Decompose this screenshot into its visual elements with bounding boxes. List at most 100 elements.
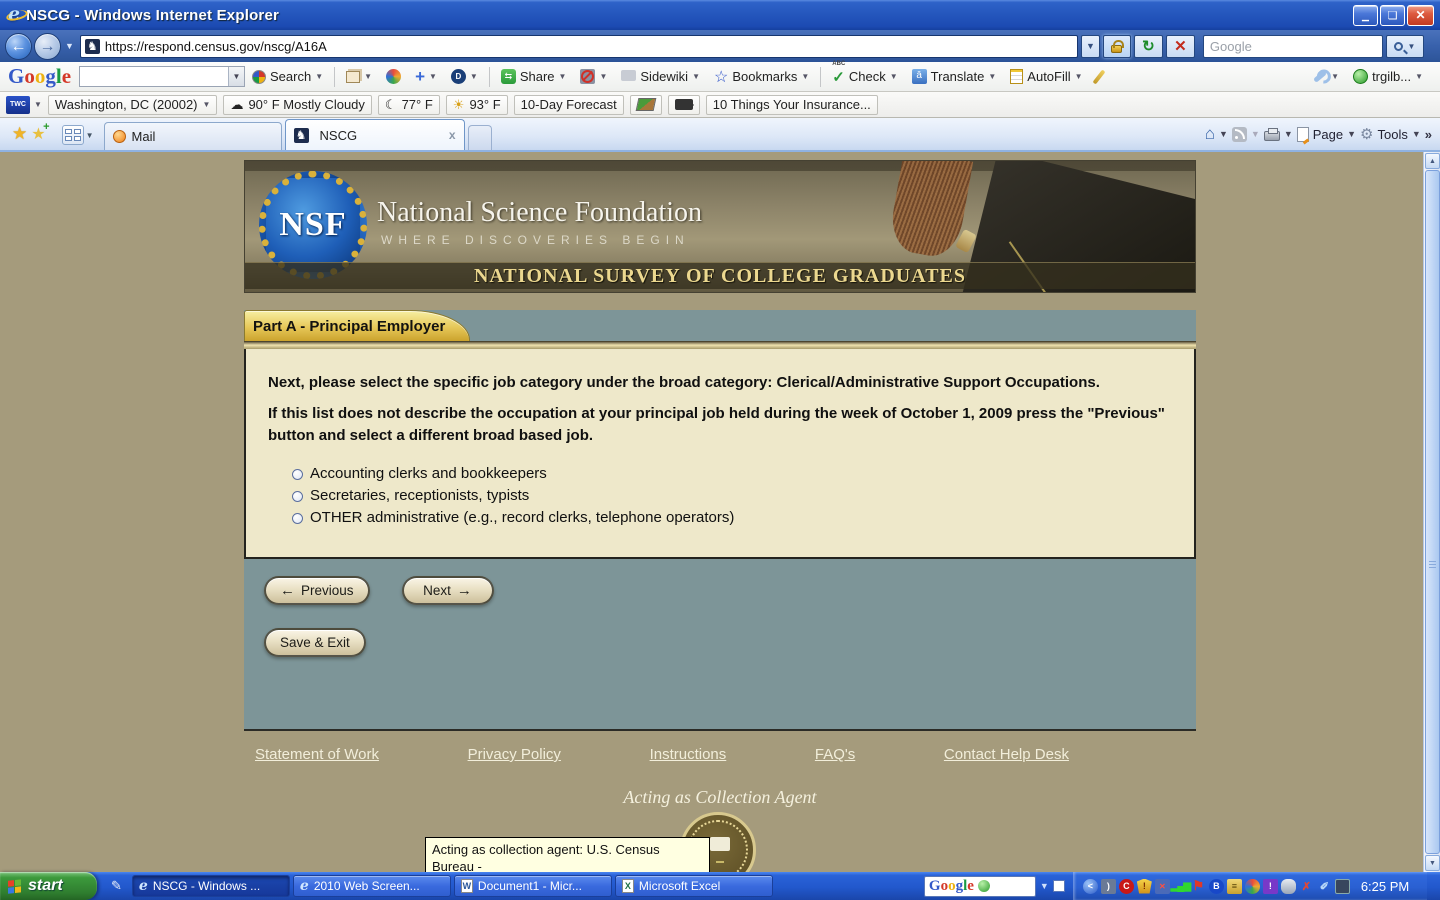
taskbar-task-webscreen[interactable]: e 2010 Web Screen...: [292, 875, 451, 897]
recent-pages-dropdown-icon[interactable]: ▼: [65, 41, 74, 51]
ie-search-input[interactable]: [1202, 34, 1383, 58]
google-search-input[interactable]: ▼: [79, 66, 246, 87]
google-desktop-search[interactable]: Google: [923, 875, 1036, 897]
maximize-button[interactable]: [1380, 4, 1405, 26]
new-tab-button[interactable]: [467, 125, 492, 150]
taskbar-task-excel[interactable]: X Microsoft Excel: [614, 875, 773, 897]
video-button[interactable]: [667, 94, 700, 115]
toolbar-settings-button[interactable]: ▼: [1306, 64, 1346, 90]
option-row[interactable]: Accounting clerks and bookkeepers: [292, 463, 1172, 485]
radio-button[interactable]: [292, 468, 303, 480]
spellcheck-button[interactable]: ✓Check▼: [825, 61, 904, 90]
contact-help-desk-link[interactable]: Contact Help Desk: [944, 746, 1069, 763]
tray-display-icon[interactable]: [1334, 878, 1350, 894]
vertical-scrollbar[interactable]: ▲ ▼: [1423, 152, 1440, 872]
tray-printer-icon[interactable]: [1226, 878, 1242, 894]
add-gadget-button[interactable]: + ▼: [408, 64, 444, 90]
sun-icon: ☀: [452, 96, 465, 112]
tray-google-icon[interactable]: [1244, 878, 1260, 894]
next-button[interactable]: Next →: [401, 576, 494, 605]
taskbar-task-word[interactable]: W Document1 - Micr...: [453, 875, 612, 897]
high-temp-button[interactable]: ☀ 93° F: [445, 94, 508, 115]
home-button[interactable]: ⌂: [1205, 124, 1215, 144]
save-exit-button[interactable]: Save & Exit: [264, 628, 366, 657]
sidewiki-button[interactable]: Sidewiki ▼: [614, 64, 707, 90]
tray-messenger-icon[interactable]: [1082, 878, 1098, 894]
twc-logo-icon[interactable]: TWC: [6, 95, 30, 114]
tray-pen-icon[interactable]: [1317, 879, 1332, 894]
quick-launch-pen-icon[interactable]: ✎: [111, 878, 122, 894]
add-favorite-button[interactable]: ★: [31, 121, 50, 144]
quick-tabs-button[interactable]: [61, 125, 84, 145]
faqs-link[interactable]: FAQ's: [815, 746, 855, 763]
news-button[interactable]: ▼: [339, 64, 379, 90]
tray-update-icon[interactable]: [1262, 878, 1278, 894]
security-lock-button[interactable]: [1102, 34, 1131, 58]
tab-close-icon[interactable]: x: [449, 128, 456, 142]
tray-bluetooth-icon[interactable]: [1208, 878, 1224, 894]
scrollbar-thumb[interactable]: [1425, 170, 1440, 854]
url-text: https://respond.census.gov/nscg/A16A: [104, 38, 327, 54]
toolbar-overflow-button[interactable]: »: [1425, 127, 1432, 142]
favorites-center-button[interactable]: ★: [12, 124, 27, 144]
tab-mail[interactable]: Mail: [103, 122, 282, 150]
desktop-search-button[interactable]: [1052, 880, 1065, 892]
tray-signal-strength-icon[interactable]: [1173, 879, 1188, 894]
scroll-down-button[interactable]: ▼: [1425, 855, 1440, 871]
rss-feeds-button[interactable]: [1231, 126, 1247, 142]
twc-menu-dropdown-icon[interactable]: ▼: [34, 100, 42, 109]
swirl-app-button[interactable]: [379, 64, 408, 90]
survey-panel: Part A - Principal Employer Next, please…: [244, 310, 1196, 731]
instructions-link[interactable]: Instructions: [650, 746, 727, 763]
dell-button[interactable]: D ▼: [444, 64, 485, 90]
option-row[interactable]: Secretaries, receptionists, typists: [292, 485, 1172, 507]
headline-link[interactable]: 10 Things Your Insurance...: [705, 94, 878, 115]
privacy-policy-link[interactable]: Privacy Policy: [468, 746, 561, 763]
weather-location-select[interactable]: Washington, DC (20002) ▼: [47, 94, 218, 115]
close-button[interactable]: [1407, 4, 1434, 26]
scroll-up-button[interactable]: ▲: [1425, 153, 1440, 169]
radio-button[interactable]: [292, 490, 303, 502]
back-button[interactable]: ←: [5, 32, 32, 60]
highlighter-button[interactable]: [1090, 64, 1108, 90]
bookmarks-button[interactable]: ☆ Bookmarks ▼: [707, 64, 816, 90]
tools-menu-button[interactable]: Tools: [1377, 127, 1407, 142]
tray-security-alert-icon[interactable]: [1136, 878, 1152, 894]
desktop-search-dropdown-icon[interactable]: ▼: [1040, 881, 1049, 891]
tab-bar: ★ ★ ▼ Mail ♞NSCGx ⌂▼ ▼ ▼ Page▼ ⚙Tools▼ »: [0, 118, 1440, 152]
translate-button[interactable]: ā Translate ▼: [905, 64, 1004, 90]
forward-button[interactable]: →: [34, 32, 61, 60]
minimize-button[interactable]: [1353, 4, 1378, 26]
share-button[interactable]: ⇆ Share ▼: [494, 64, 574, 90]
map-button[interactable]: [629, 94, 662, 115]
google-search-button[interactable]: Search ▼: [245, 64, 330, 90]
low-temp-button[interactable]: ☾ 77° F: [377, 94, 440, 115]
address-field[interactable]: ♞ https://respond.census.gov/nscg/A16A: [79, 34, 1078, 58]
account-button[interactable]: trgilb... ▼: [1346, 64, 1430, 90]
google-search-history-icon[interactable]: ▼: [228, 67, 245, 86]
current-conditions-button[interactable]: ☁ 90° F Mostly Cloudy: [223, 94, 372, 115]
tray-antivirus-icon[interactable]: [1299, 879, 1314, 894]
tray-mcafee-icon[interactable]: [1118, 878, 1134, 894]
tray-mouse-icon[interactable]: [1280, 878, 1296, 894]
ten-day-forecast-button[interactable]: 10-Day Forecast: [513, 94, 624, 115]
tray-volume-icon[interactable]: [1100, 878, 1116, 894]
tray-flag-icon[interactable]: [1191, 879, 1206, 894]
tray-network-disconnected-icon[interactable]: [1154, 878, 1170, 894]
refresh-button[interactable]: ↻: [1133, 34, 1163, 58]
option-row[interactable]: OTHER administrative (e.g., record clerk…: [292, 507, 1172, 529]
stop-button[interactable]: ✕: [1165, 34, 1195, 58]
taskbar-task-nscg[interactable]: e NSCG - Windows ...: [131, 875, 290, 897]
page-menu-button[interactable]: Page: [1313, 127, 1343, 142]
tab-list-dropdown-icon[interactable]: ▼: [86, 131, 94, 140]
radio-button[interactable]: [292, 512, 303, 524]
popup-blocker-button[interactable]: ▼: [573, 64, 614, 90]
autofill-button[interactable]: AutoFill ▼: [1003, 64, 1089, 90]
search-go-button[interactable]: ▼: [1385, 34, 1424, 58]
previous-button[interactable]: ← Previous: [264, 576, 370, 605]
statement-of-work-link[interactable]: Statement of Work: [255, 746, 379, 763]
address-dropdown-button[interactable]: ▼: [1080, 34, 1100, 58]
tab-nscg[interactable]: ♞ NSCG x: [284, 119, 465, 150]
start-button[interactable]: start: [0, 872, 97, 900]
print-button[interactable]: [1263, 128, 1280, 141]
